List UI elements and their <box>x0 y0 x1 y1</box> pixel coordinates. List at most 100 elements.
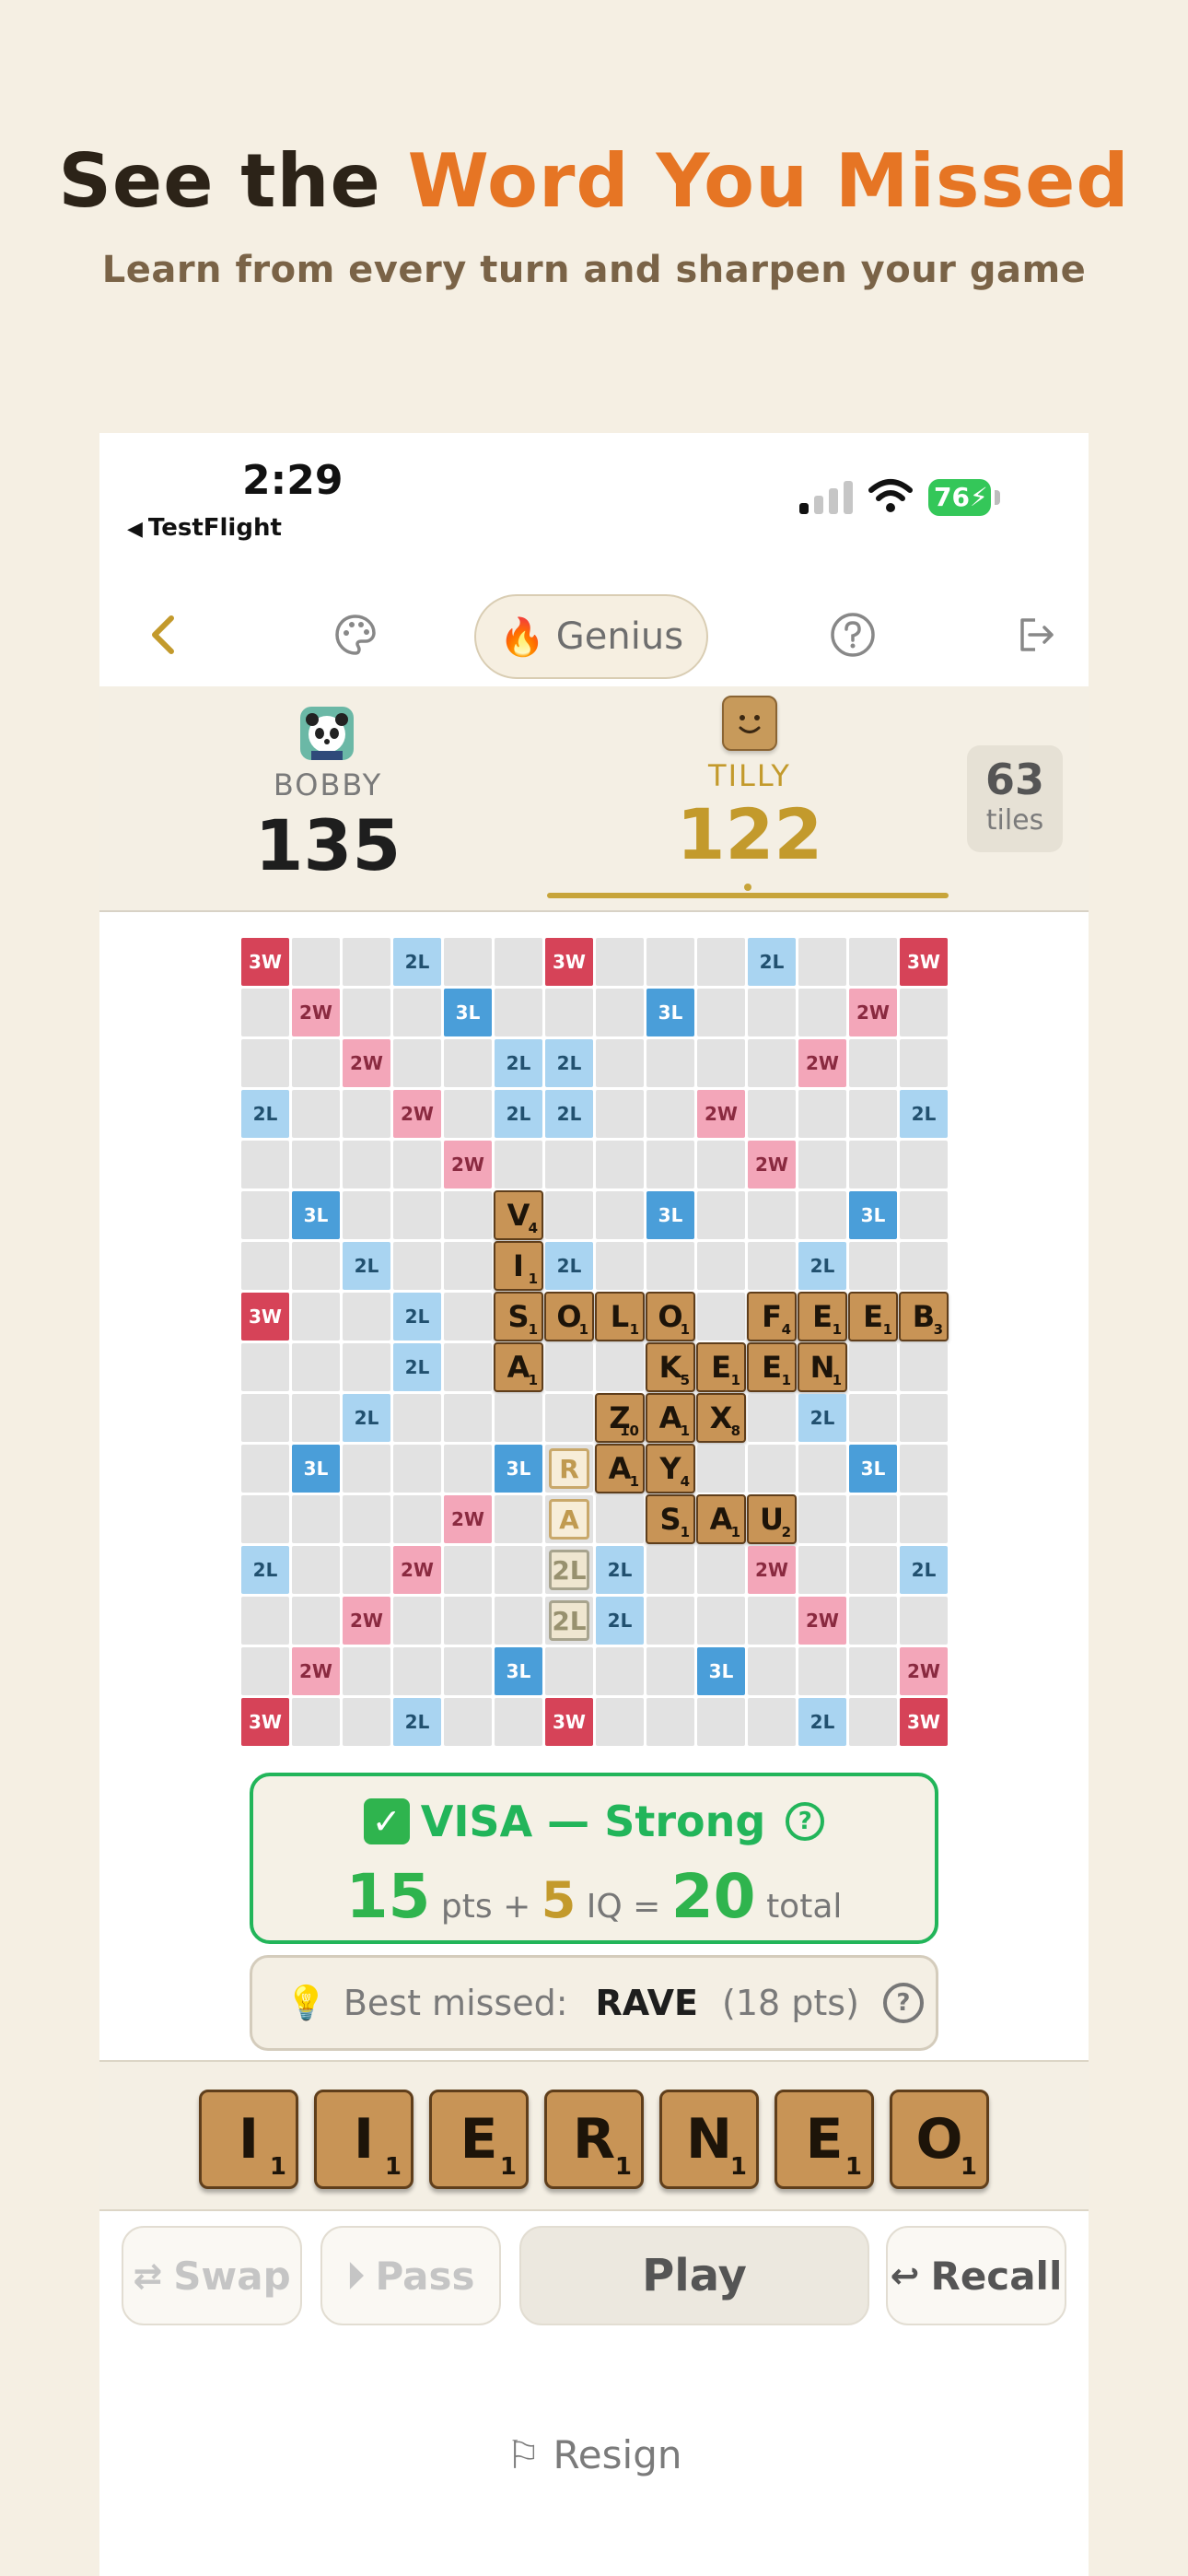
board-cell[interactable] <box>495 1698 542 1746</box>
board-cell[interactable] <box>545 1141 593 1188</box>
board-cell[interactable] <box>241 1191 289 1239</box>
back-to-app[interactable]: ◀ TestFlight <box>127 514 282 542</box>
pass-button[interactable]: ⏵︎ Pass <box>320 2226 501 2325</box>
back-button[interactable] <box>134 605 193 664</box>
board-cell[interactable]: 2W <box>748 1141 796 1188</box>
board-cell[interactable]: F4 <box>747 1292 797 1341</box>
board-cell[interactable] <box>697 1293 745 1341</box>
board-cell[interactable] <box>241 1647 289 1695</box>
board-cell[interactable]: E1 <box>696 1342 746 1392</box>
board-cell[interactable] <box>596 1090 644 1138</box>
board-cell[interactable] <box>596 1343 644 1391</box>
board-cell[interactable] <box>798 1647 846 1695</box>
board-cell[interactable]: 2W <box>798 1039 846 1087</box>
board-cell[interactable] <box>495 1495 542 1543</box>
board-cell[interactable] <box>646 1039 694 1087</box>
board-cell[interactable] <box>444 1394 492 1442</box>
board-cell[interactable] <box>596 1698 644 1746</box>
game-board[interactable]: 3W 2L 3W 2L 3W 2W 3L 3L 2W 2W 2L 2L 2W 2L 2W 2L 2L 2W 2L 2W… <box>241 938 949 1746</box>
board-cell[interactable] <box>393 1445 441 1493</box>
board-cell[interactable]: 2L <box>545 1546 593 1594</box>
board-cell[interactable]: 2L <box>798 1698 846 1746</box>
board-cell[interactable] <box>343 1141 390 1188</box>
board-cell[interactable] <box>343 1090 390 1138</box>
rack-tile[interactable]: N1 <box>659 2090 759 2189</box>
board-cell[interactable]: V4 <box>494 1190 543 1240</box>
board-cell[interactable]: Y4 <box>646 1444 695 1493</box>
board-cell[interactable]: 3W <box>900 938 948 986</box>
board-cell[interactable]: 3W <box>241 1698 289 1746</box>
board-cell[interactable] <box>292 1141 340 1188</box>
board-cell[interactable]: 2L <box>495 1039 542 1087</box>
board-cell[interactable]: A <box>545 1495 593 1543</box>
board-cell[interactable] <box>393 1141 441 1188</box>
board-cell[interactable] <box>697 1698 745 1746</box>
board-cell[interactable]: A1 <box>696 1494 746 1544</box>
board-cell[interactable] <box>748 1242 796 1290</box>
board-cell[interactable] <box>545 1191 593 1239</box>
board-cell[interactable]: 2W <box>343 1597 390 1645</box>
board-cell[interactable] <box>343 1343 390 1391</box>
board-cell[interactable] <box>849 1647 897 1695</box>
board-cell[interactable] <box>292 1242 340 1290</box>
board-cell[interactable] <box>444 1597 492 1645</box>
board-cell[interactable] <box>697 1039 745 1087</box>
board-cell[interactable] <box>495 1141 542 1188</box>
board-cell[interactable] <box>798 1141 846 1188</box>
board-cell[interactable]: 2W <box>292 989 340 1036</box>
board-cell[interactable]: 2L <box>545 1090 593 1138</box>
rack-tile[interactable]: R1 <box>544 2090 644 2189</box>
board-cell[interactable] <box>241 1394 289 1442</box>
board-cell[interactable]: 2L <box>343 1394 390 1442</box>
board-cell[interactable]: 2L <box>748 938 796 986</box>
board-cell[interactable]: 2L <box>343 1242 390 1290</box>
board-cell[interactable] <box>646 1546 694 1594</box>
best-missed-help-icon[interactable]: ? <box>882 1983 924 2023</box>
board-cell[interactable] <box>900 1597 948 1645</box>
rack-tile[interactable]: O1 <box>890 2090 989 2189</box>
board-cell[interactable] <box>444 938 492 986</box>
board-cell[interactable] <box>393 1597 441 1645</box>
board-cell[interactable] <box>393 1495 441 1543</box>
board-cell[interactable] <box>900 989 948 1036</box>
result-help-icon[interactable]: ? <box>786 1802 825 1841</box>
board-cell[interactable] <box>596 1191 644 1239</box>
board-cell[interactable]: 3L <box>495 1647 542 1695</box>
board-cell[interactable]: E1 <box>848 1292 898 1341</box>
board-cell[interactable]: 2L <box>596 1546 644 1594</box>
board-cell[interactable] <box>697 1242 745 1290</box>
board-cell[interactable]: 2W <box>748 1546 796 1594</box>
board-cell[interactable]: 2L <box>545 1597 593 1645</box>
swap-button[interactable]: ⇄ Swap <box>122 2226 302 2325</box>
board-cell[interactable] <box>545 989 593 1036</box>
board-cell[interactable]: 2L <box>393 1343 441 1391</box>
board-cell[interactable] <box>292 1039 340 1087</box>
board-cell[interactable] <box>545 1394 593 1442</box>
board-cell[interactable] <box>292 1343 340 1391</box>
board-cell[interactable]: 2W <box>292 1647 340 1695</box>
board-cell[interactable] <box>900 1191 948 1239</box>
board-cell[interactable] <box>292 1495 340 1543</box>
board-cell[interactable] <box>495 989 542 1036</box>
board-cell[interactable] <box>748 1647 796 1695</box>
board-cell[interactable]: 2L <box>798 1242 846 1290</box>
board-cell[interactable] <box>748 1445 796 1493</box>
board-cell[interactable] <box>748 989 796 1036</box>
board-cell[interactable]: 2W <box>343 1039 390 1087</box>
board-cell[interactable] <box>545 1647 593 1695</box>
board-cell[interactable] <box>748 1039 796 1087</box>
board-cell[interactable]: 3L <box>849 1191 897 1239</box>
board-cell[interactable]: N1 <box>798 1342 847 1392</box>
board-cell[interactable] <box>292 1394 340 1442</box>
board-cell[interactable] <box>697 1141 745 1188</box>
board-cell[interactable] <box>849 1141 897 1188</box>
board-cell[interactable]: 2L <box>545 1039 593 1087</box>
board-cell[interactable]: O1 <box>646 1292 695 1341</box>
board-cell[interactable]: 2L <box>393 938 441 986</box>
board-cell[interactable] <box>798 989 846 1036</box>
board-cell[interactable] <box>343 1698 390 1746</box>
board-cell[interactable]: 2W <box>697 1090 745 1138</box>
board-cell[interactable] <box>596 938 644 986</box>
board-cell[interactable] <box>393 1647 441 1695</box>
board-cell[interactable] <box>900 1141 948 1188</box>
